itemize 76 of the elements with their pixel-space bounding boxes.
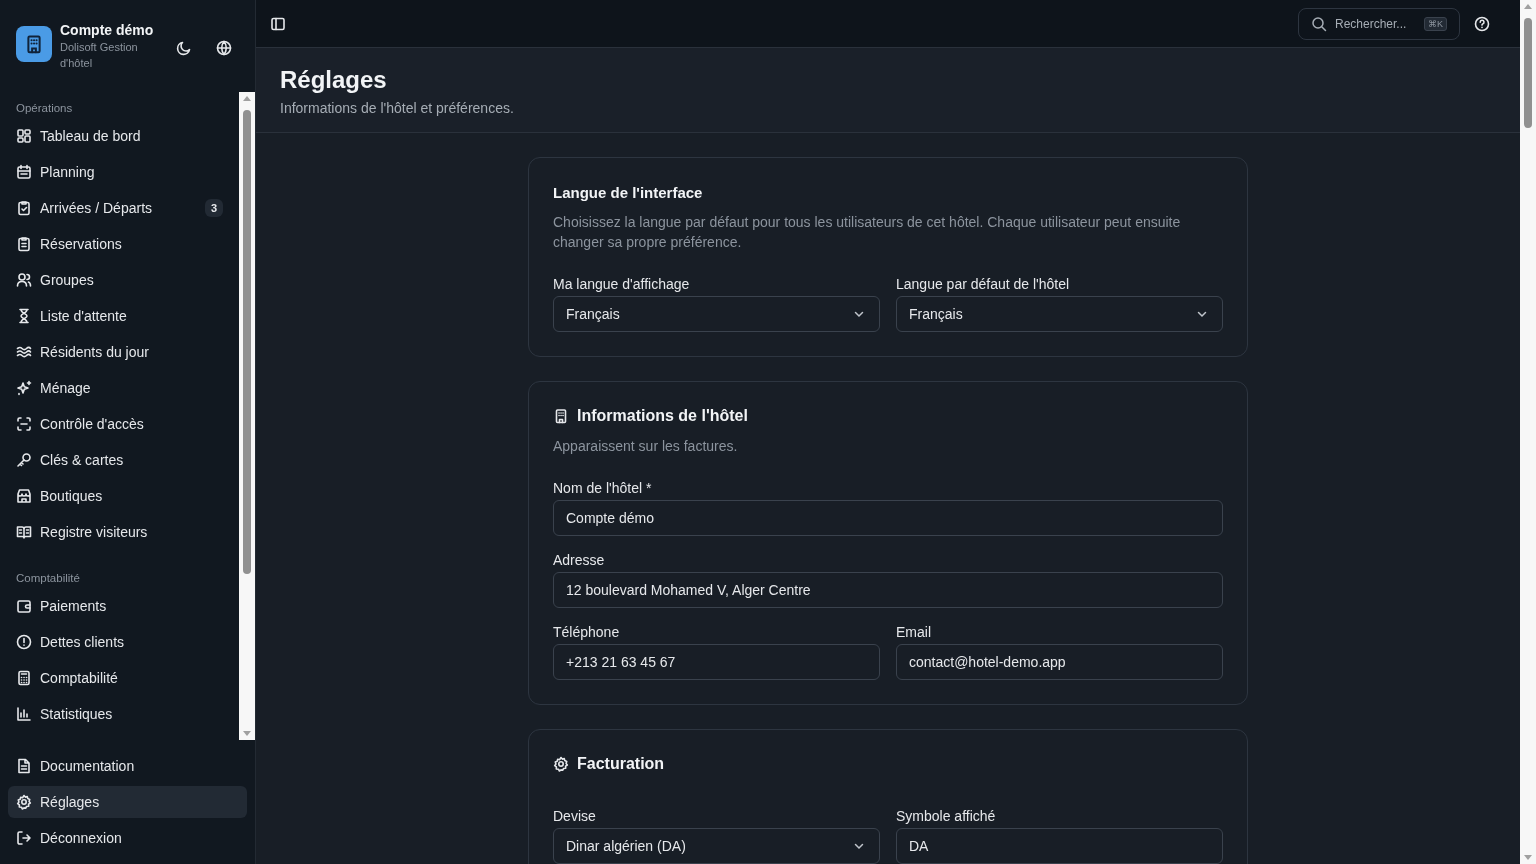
settings-icon (16, 794, 32, 810)
nav-item[interactable]: Dettes clients (8, 626, 231, 658)
search-field[interactable]: Rechercher... ⌘K (1298, 7, 1460, 40)
count-badge: 3 (204, 199, 223, 217)
nav-item[interactable]: Déconnexion (8, 822, 247, 854)
scan-icon (16, 416, 32, 432)
input-field[interactable]: contact@hotel-demo.app (896, 644, 1223, 680)
hotel-logo (16, 26, 52, 62)
field-label: Nom de l'hôtel * (553, 480, 653, 496)
search-icon (1311, 15, 1327, 32)
field-label: Adresse (553, 552, 606, 568)
nav-item[interactable]: Comptabilité (8, 662, 231, 694)
field-label: Symbole affiché (896, 808, 997, 824)
document-icon (16, 758, 32, 774)
help-icon[interactable] (1474, 15, 1490, 32)
grid-icon (16, 128, 32, 144)
store-icon (16, 488, 32, 504)
section-label: Opérations (15, 101, 74, 116)
calendar-icon (16, 164, 32, 180)
select-field[interactable]: Français (553, 296, 880, 332)
nav-item[interactable]: Réglages (8, 786, 247, 818)
field-label: Langue par défaut de l'hôtel (896, 276, 1071, 292)
sparkles-icon (16, 380, 32, 396)
page-title: Réglages (280, 66, 388, 94)
section-label: Comptabilité (15, 571, 81, 586)
page-subtitle: Informations de l'hôtel et préférences. (280, 100, 515, 116)
app-subtitle: Dolisoft Gestion d'hôtel (60, 40, 139, 71)
nav-item[interactable]: Arrivées / Départs 3 (8, 192, 231, 224)
scrollbar[interactable] (1520, 0, 1536, 864)
clipboard-icon (16, 236, 32, 252)
nav-item[interactable]: Résidents du jour (8, 336, 231, 368)
nav-item[interactable]: Registre visiteurs (8, 516, 231, 548)
wallet-icon (16, 598, 32, 614)
nav-item[interactable]: Boutiques (8, 480, 231, 512)
logout-icon (16, 830, 32, 846)
field-label: Téléphone (553, 624, 621, 640)
sidebar-toggle-icon[interactable] (270, 15, 286, 32)
card-description: Apparaissent sur les factures. (553, 437, 739, 456)
account-name: Compte démo (60, 22, 155, 38)
input-field[interactable]: DA (896, 828, 1223, 864)
input-field[interactable]: Compte démo (553, 500, 1223, 536)
nav-item[interactable]: Documentation (8, 750, 247, 782)
alert-icon (16, 634, 32, 650)
nav-item[interactable]: Tableau de bord (8, 120, 231, 152)
input-field[interactable]: 12 boulevard Mohamed V, Alger Centre (553, 572, 1223, 608)
field-label: Ma langue d'affichage (553, 276, 691, 292)
key-icon (16, 452, 32, 468)
nav-item[interactable]: Clés & cartes (8, 444, 231, 476)
nav-item[interactable]: Liste d'attente (8, 300, 231, 332)
card-title: Langue de l'interface (553, 183, 703, 201)
hourglass-icon (16, 308, 32, 324)
nav-item[interactable]: Contrôle d'accès (8, 408, 231, 440)
clipboard-check-icon (16, 200, 32, 216)
select-field[interactable]: Français (896, 296, 1223, 332)
nav-item[interactable]: Réservations (8, 228, 231, 260)
book-icon (16, 524, 32, 540)
calculator-icon (16, 670, 32, 686)
card-description: Choisissez la langue par défaut pour tous les utilisateurs de cet hôtel. Chaque utilisateur peut ensuite changer sa propre préférence. (553, 213, 1182, 252)
nav-item[interactable]: Statistiques (8, 698, 231, 730)
card-title: Informations de l'hôtel (577, 407, 748, 425)
bar-chart-icon (16, 706, 32, 722)
shortcut-hint: ⌘K (1424, 16, 1447, 31)
building-icon (553, 408, 569, 424)
settings-icon (553, 756, 569, 772)
waves-icon (16, 344, 32, 360)
select-field[interactable]: Dinar algérien (DA) (553, 828, 880, 864)
scrollbar[interactable] (239, 92, 255, 740)
users-icon (16, 272, 32, 288)
nav-item[interactable]: Ménage (8, 372, 231, 404)
input-field[interactable]: +213 21 63 45 67 (553, 644, 880, 680)
nav-item[interactable]: Planning (8, 156, 231, 188)
nav-item[interactable]: Groupes (8, 264, 231, 296)
nav-item[interactable]: Paiements (8, 590, 231, 622)
card-title: Facturation (577, 755, 665, 773)
field-label: Email (896, 624, 932, 640)
field-label: Devise (553, 808, 597, 824)
